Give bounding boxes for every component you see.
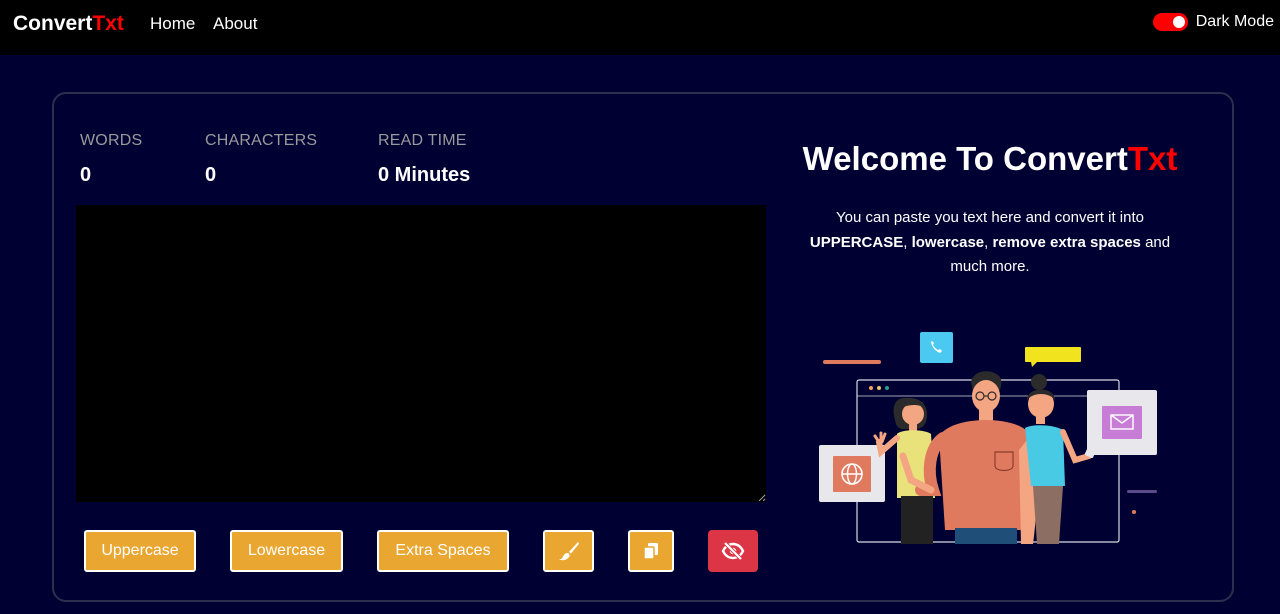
dark-mode-switch: Dark Mode bbox=[1152, 13, 1274, 31]
toggle-knob bbox=[1172, 16, 1185, 28]
copy-icon bbox=[643, 543, 658, 560]
words-label: WORDS bbox=[80, 132, 143, 149]
welcome-title-main: Welcome To Convert bbox=[802, 140, 1128, 177]
characters-value: 0 bbox=[205, 164, 217, 186]
brand-accent: Txt bbox=[92, 12, 124, 35]
dark-mode-toggle[interactable] bbox=[1152, 13, 1188, 31]
desc-text-1: You can paste you text here and convert … bbox=[836, 209, 1144, 226]
welcome-title-accent: Txt bbox=[1127, 140, 1178, 177]
navbar: ConvertTxt Home About Dark Mode bbox=[0, 0, 1280, 55]
stat-read-time: READ TIME 0 Minutes bbox=[378, 132, 470, 187]
stat-characters: CHARACTERS 0 bbox=[205, 132, 317, 187]
text-input[interactable] bbox=[76, 205, 766, 502]
desc-uppercase: UPPERCASE bbox=[809, 233, 904, 251]
extra-spaces-button[interactable]: Extra Spaces bbox=[377, 530, 509, 572]
eye-slash-icon bbox=[721, 542, 745, 560]
read-time-value: 0 Minutes bbox=[378, 164, 471, 186]
nav-home-link[interactable]: Home bbox=[150, 14, 195, 34]
welcome-title: Welcome To ConvertTxt bbox=[740, 140, 1240, 178]
characters-label: CHARACTERS bbox=[205, 132, 318, 149]
stat-words: WORDS 0 bbox=[80, 132, 142, 187]
people-illustration bbox=[819, 332, 1157, 544]
brush-icon bbox=[558, 541, 579, 561]
clear-button[interactable] bbox=[543, 530, 594, 572]
main-card: WORDS 0 CHARACTERS 0 READ TIME 0 Minutes… bbox=[52, 92, 1234, 602]
desc-lowercase: lowercase bbox=[911, 233, 985, 251]
dark-mode-label: Dark Mode bbox=[1195, 13, 1274, 30]
copy-button[interactable] bbox=[628, 530, 674, 572]
welcome-description: You can paste you text here and convert … bbox=[790, 206, 1190, 280]
brand-logo[interactable]: ConvertTxt bbox=[13, 12, 124, 36]
uppercase-button[interactable]: Uppercase bbox=[84, 530, 196, 572]
read-time-label: READ TIME bbox=[378, 132, 467, 149]
hide-button[interactable] bbox=[708, 530, 758, 572]
words-value: 0 bbox=[80, 164, 92, 186]
desc-sep-1: , bbox=[903, 233, 912, 251]
brand-main: Convert bbox=[13, 12, 93, 35]
nav-about-link[interactable]: About bbox=[213, 14, 257, 34]
lowercase-button[interactable]: Lowercase bbox=[230, 530, 343, 572]
desc-remove-spaces: remove extra spaces bbox=[992, 233, 1141, 251]
